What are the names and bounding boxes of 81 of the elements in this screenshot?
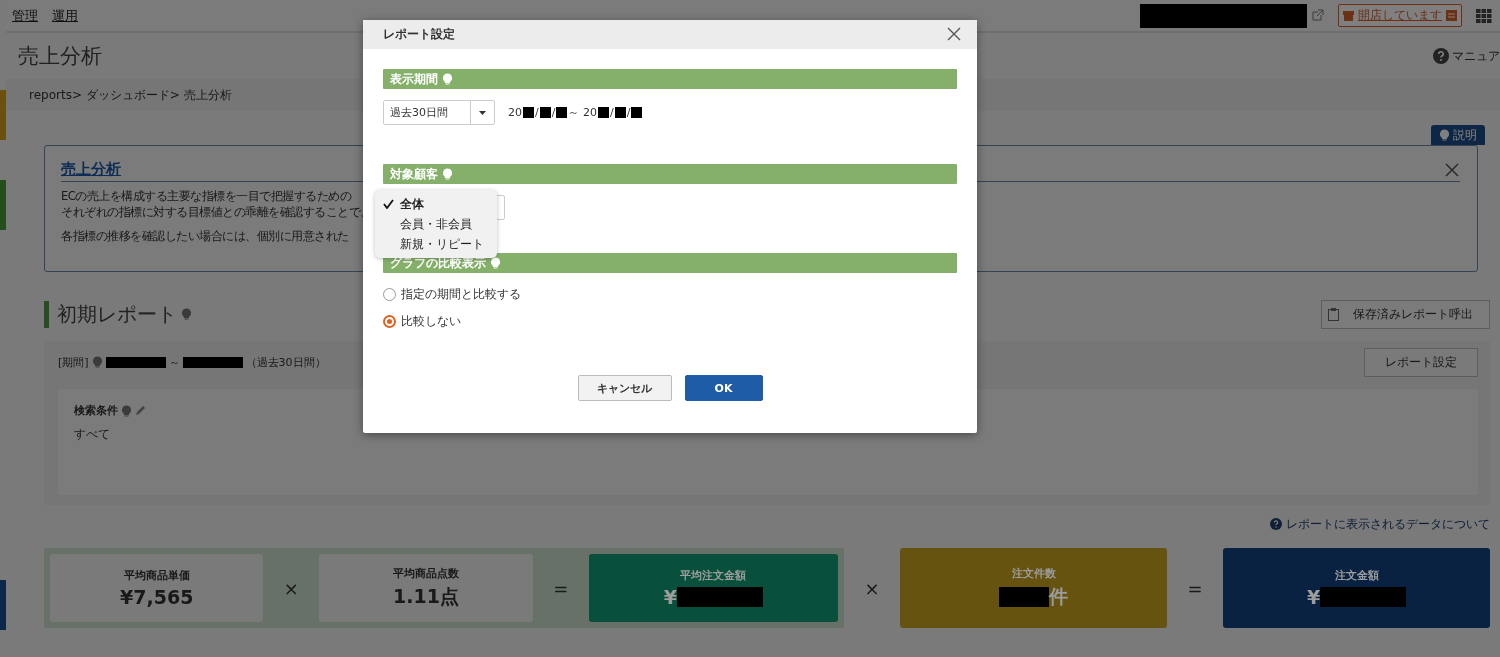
metric-label: 平均注文金額	[680, 568, 747, 583]
bulb-icon	[442, 73, 453, 85]
redaction-bar	[539, 107, 551, 118]
period-separator: ～	[168, 354, 180, 370]
pencil-icon[interactable]	[135, 405, 146, 416]
redaction-bar	[614, 107, 626, 118]
dialog-title: レポート設定	[383, 26, 456, 43]
report-title: 初期レポート	[44, 300, 192, 328]
check-icon	[383, 199, 394, 209]
redaction-bar	[556, 107, 568, 118]
page-title: 売上分析	[18, 43, 103, 70]
menu-option[interactable]: 全体	[375, 194, 497, 214]
radio-button[interactable]	[383, 287, 396, 301]
value-text: /	[609, 106, 614, 119]
menu-option[interactable]: 会員・非会員	[375, 214, 497, 234]
radio-button[interactable]	[383, 314, 396, 328]
metric-label: 注文件数	[1011, 566, 1056, 581]
menu-icon	[1446, 10, 1457, 21]
nav-link[interactable]: 管理	[12, 6, 38, 25]
bulb-icon	[121, 404, 132, 417]
value-text: 件	[1049, 584, 1068, 609]
period-label: [期間]	[58, 354, 89, 370]
section-header: 表示期間	[383, 69, 957, 89]
bulb-icon	[181, 308, 192, 320]
bulb-icon	[490, 257, 501, 269]
operator-sign: =	[552, 576, 570, 601]
bulb-icon	[91, 356, 103, 368]
value-text: ～ 20	[568, 105, 597, 120]
pin-icon	[1439, 129, 1450, 141]
metric-label: 注文金額	[1334, 568, 1379, 583]
bulb-icon	[442, 168, 453, 180]
cancel-button[interactable]: キャンセル	[577, 375, 672, 401]
menu-option[interactable]: 新規・リピート	[375, 234, 497, 254]
shop-icon	[1343, 10, 1354, 21]
value-text: /	[626, 106, 631, 119]
redaction-bar	[631, 107, 643, 118]
section-header: 対象顧客	[383, 164, 957, 184]
value-text: ¥	[663, 586, 677, 608]
ok-button[interactable]: OK	[684, 375, 763, 401]
operator-sign: =	[1186, 576, 1204, 601]
grid-icon[interactable]	[1476, 8, 1492, 23]
period-note: （過去30日間）	[245, 354, 326, 370]
redaction-bar	[999, 587, 1049, 607]
info-text: ECの売上を構成する主要な指標を一目で把握するための	[61, 188, 352, 204]
data-info-link[interactable]: レポートに表示されるデータについて	[1270, 515, 1490, 533]
value-text: ¥	[1306, 586, 1321, 608]
operator-sign: ×	[282, 576, 300, 601]
radio-option[interactable]: 比較しない	[383, 313, 957, 329]
info-title[interactable]: 売上分析	[61, 160, 121, 179]
redaction-bar	[597, 107, 609, 118]
period-select[interactable]: 過去30日間	[383, 100, 495, 125]
value-text: ¥7,565	[120, 586, 194, 608]
saved-report-button[interactable]: 保存済みレポート呼出	[1321, 299, 1490, 329]
explain-tab[interactable]: 説明	[1431, 125, 1485, 145]
value-text: 20	[508, 106, 522, 119]
redaction-bar	[105, 356, 166, 368]
operator-sign: ×	[863, 576, 881, 601]
close-icon[interactable]	[947, 26, 963, 43]
help-icon	[1433, 48, 1449, 64]
close-icon[interactable]	[1444, 161, 1460, 178]
report-settings-button[interactable]: レポート設定	[1364, 347, 1478, 377]
conditions-label: 検索条件	[74, 403, 118, 418]
value-text: /	[535, 106, 539, 119]
section-header: グラフの比較表示	[383, 253, 957, 273]
store-status-button[interactable]: 開店しています	[1338, 4, 1462, 27]
value-text: /	[551, 106, 556, 119]
external-link-icon[interactable]	[1311, 9, 1324, 22]
metric-label: 平均商品単価	[123, 568, 190, 583]
nav-link[interactable]: 運用	[52, 6, 78, 25]
radio-option[interactable]: 指定の期間と比較する	[383, 286, 957, 302]
metric-label: 平均商品点数	[393, 566, 460, 581]
help-icon	[1270, 518, 1282, 530]
clipboard-icon	[1328, 307, 1339, 321]
redaction-bar	[523, 107, 534, 118]
breadcrumb: reports> ダッシュボード> 売上分析	[29, 86, 232, 104]
value-text: 1.11点	[393, 584, 459, 609]
conditions-value: すべて	[74, 426, 111, 443]
info-text: それぞれの指標に対する目標値との乖離を確認することで、	[61, 204, 372, 220]
redaction-bar	[182, 356, 243, 368]
manual-link[interactable]: マニュア	[1433, 47, 1500, 65]
info-text: 各指標の推移を確認したい場合には、個別に用意された	[61, 228, 349, 244]
